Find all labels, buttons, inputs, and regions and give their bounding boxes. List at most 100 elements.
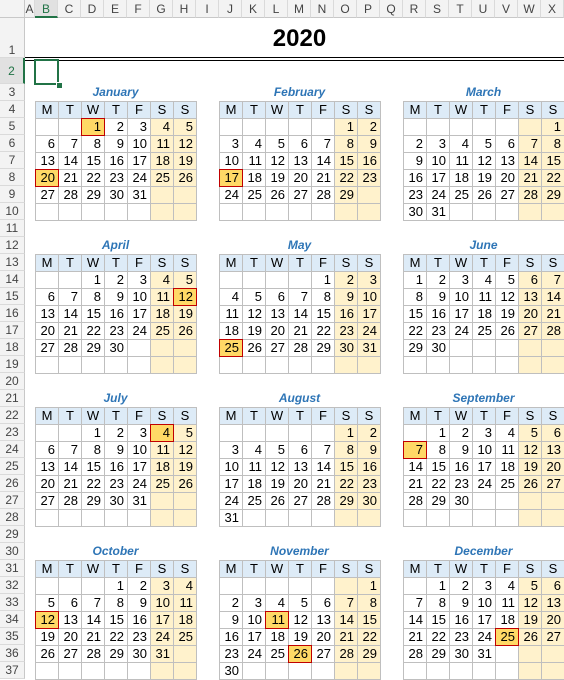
day-cell[interactable]: 7 <box>288 288 312 306</box>
day-cell[interactable]: 26 <box>472 186 496 204</box>
empty-cell[interactable] <box>357 509 381 527</box>
day-cell[interactable]: 27 <box>58 645 82 663</box>
holiday-cell[interactable]: 7 <box>403 441 427 459</box>
day-cell[interactable]: 5 <box>173 118 197 136</box>
empty-cell[interactable] <box>311 577 335 595</box>
day-cell[interactable]: 10 <box>127 441 151 459</box>
day-cell[interactable]: 27 <box>541 475 564 493</box>
empty-cell[interactable] <box>449 356 473 374</box>
year-title[interactable]: 2020 <box>35 18 564 58</box>
row-header-7[interactable]: 7 <box>0 152 25 169</box>
day-cell[interactable]: 15 <box>104 611 128 629</box>
day-cell[interactable]: 20 <box>495 169 519 187</box>
day-cell[interactable]: 29 <box>81 186 105 204</box>
day-cell[interactable]: 11 <box>219 305 243 323</box>
day-cell[interactable]: 4 <box>449 135 473 153</box>
day-cell[interactable]: 28 <box>311 492 335 510</box>
day-cell[interactable]: 20 <box>541 458 564 476</box>
empty-cell[interactable] <box>104 509 128 527</box>
empty-cell[interactable] <box>150 492 174 510</box>
day-cell[interactable]: 17 <box>127 305 151 323</box>
empty-cell[interactable] <box>58 509 82 527</box>
empty-cell[interactable] <box>334 662 358 680</box>
day-cell[interactable]: 20 <box>541 611 564 629</box>
empty-cell[interactable] <box>334 203 358 221</box>
day-cell[interactable]: 13 <box>518 288 542 306</box>
empty-cell[interactable] <box>173 662 197 680</box>
empty-cell[interactable] <box>219 271 243 289</box>
day-cell[interactable]: 4 <box>242 441 266 459</box>
day-cell[interactable]: 28 <box>288 339 312 357</box>
column-header-u[interactable]: U <box>472 0 495 18</box>
day-cell[interactable]: 7 <box>58 288 82 306</box>
column-header-h[interactable]: H <box>173 0 196 18</box>
day-cell[interactable]: 8 <box>426 441 450 459</box>
day-cell[interactable]: 25 <box>495 475 519 493</box>
empty-cell[interactable] <box>311 509 335 527</box>
day-cell[interactable]: 10 <box>242 611 266 629</box>
row-header-5[interactable]: 5 <box>0 118 25 135</box>
day-cell[interactable]: 14 <box>58 305 82 323</box>
day-cell[interactable]: 8 <box>104 594 128 612</box>
day-cell[interactable]: 3 <box>150 577 174 595</box>
column-header-o[interactable]: O <box>334 0 357 18</box>
day-cell[interactable]: 22 <box>104 628 128 646</box>
empty-cell[interactable] <box>127 509 151 527</box>
day-cell[interactable]: 13 <box>265 305 289 323</box>
empty-cell[interactable] <box>127 662 151 680</box>
day-cell[interactable]: 5 <box>35 594 59 612</box>
day-cell[interactable]: 17 <box>242 628 266 646</box>
day-cell[interactable]: 11 <box>472 288 496 306</box>
day-cell[interactable]: 17 <box>150 611 174 629</box>
day-cell[interactable]: 28 <box>541 322 564 340</box>
day-cell[interactable]: 7 <box>58 135 82 153</box>
day-cell[interactable]: 1 <box>541 118 564 136</box>
day-cell[interactable]: 31 <box>150 645 174 663</box>
day-cell[interactable]: 18 <box>150 152 174 170</box>
day-cell[interactable]: 7 <box>518 135 542 153</box>
empty-cell[interactable] <box>541 339 564 357</box>
row-header-25[interactable]: 25 <box>0 458 25 475</box>
day-cell[interactable]: 11 <box>150 288 174 306</box>
day-cell[interactable]: 6 <box>35 441 59 459</box>
row-header-23[interactable]: 23 <box>0 424 25 441</box>
day-cell[interactable]: 16 <box>403 169 427 187</box>
day-cell[interactable]: 16 <box>127 611 151 629</box>
day-cell[interactable]: 26 <box>173 322 197 340</box>
day-cell[interactable]: 26 <box>495 322 519 340</box>
day-cell[interactable]: 7 <box>311 135 335 153</box>
row-header-18[interactable]: 18 <box>0 339 25 356</box>
day-cell[interactable]: 24 <box>219 186 243 204</box>
day-cell[interactable]: 8 <box>334 441 358 459</box>
row-header-22[interactable]: 22 <box>0 407 25 424</box>
day-cell[interactable]: 29 <box>541 186 564 204</box>
day-cell[interactable]: 17 <box>472 611 496 629</box>
day-cell[interactable]: 3 <box>219 441 243 459</box>
day-cell[interactable]: 2 <box>334 271 358 289</box>
day-cell[interactable]: 11 <box>173 594 197 612</box>
day-cell[interactable]: 18 <box>242 169 266 187</box>
empty-cell[interactable] <box>81 509 105 527</box>
day-cell[interactable]: 13 <box>541 441 564 459</box>
day-cell[interactable]: 18 <box>495 611 519 629</box>
day-cell[interactable]: 17 <box>127 458 151 476</box>
day-cell[interactable]: 24 <box>357 322 381 340</box>
empty-cell[interactable] <box>173 645 197 663</box>
empty-cell[interactable] <box>288 118 312 136</box>
empty-cell[interactable] <box>518 356 542 374</box>
day-cell[interactable]: 25 <box>449 186 473 204</box>
day-cell[interactable]: 26 <box>265 186 289 204</box>
day-cell[interactable]: 21 <box>58 169 82 187</box>
day-cell[interactable]: 6 <box>35 135 59 153</box>
empty-cell[interactable] <box>472 492 496 510</box>
day-cell[interactable]: 10 <box>127 288 151 306</box>
empty-cell[interactable] <box>58 271 82 289</box>
day-cell[interactable]: 15 <box>311 305 335 323</box>
day-cell[interactable]: 18 <box>150 305 174 323</box>
day-cell[interactable]: 2 <box>449 424 473 442</box>
day-cell[interactable]: 4 <box>150 271 174 289</box>
day-cell[interactable]: 20 <box>288 169 312 187</box>
empty-cell[interactable] <box>150 339 174 357</box>
day-cell[interactable]: 9 <box>449 594 473 612</box>
day-cell[interactable]: 15 <box>426 458 450 476</box>
